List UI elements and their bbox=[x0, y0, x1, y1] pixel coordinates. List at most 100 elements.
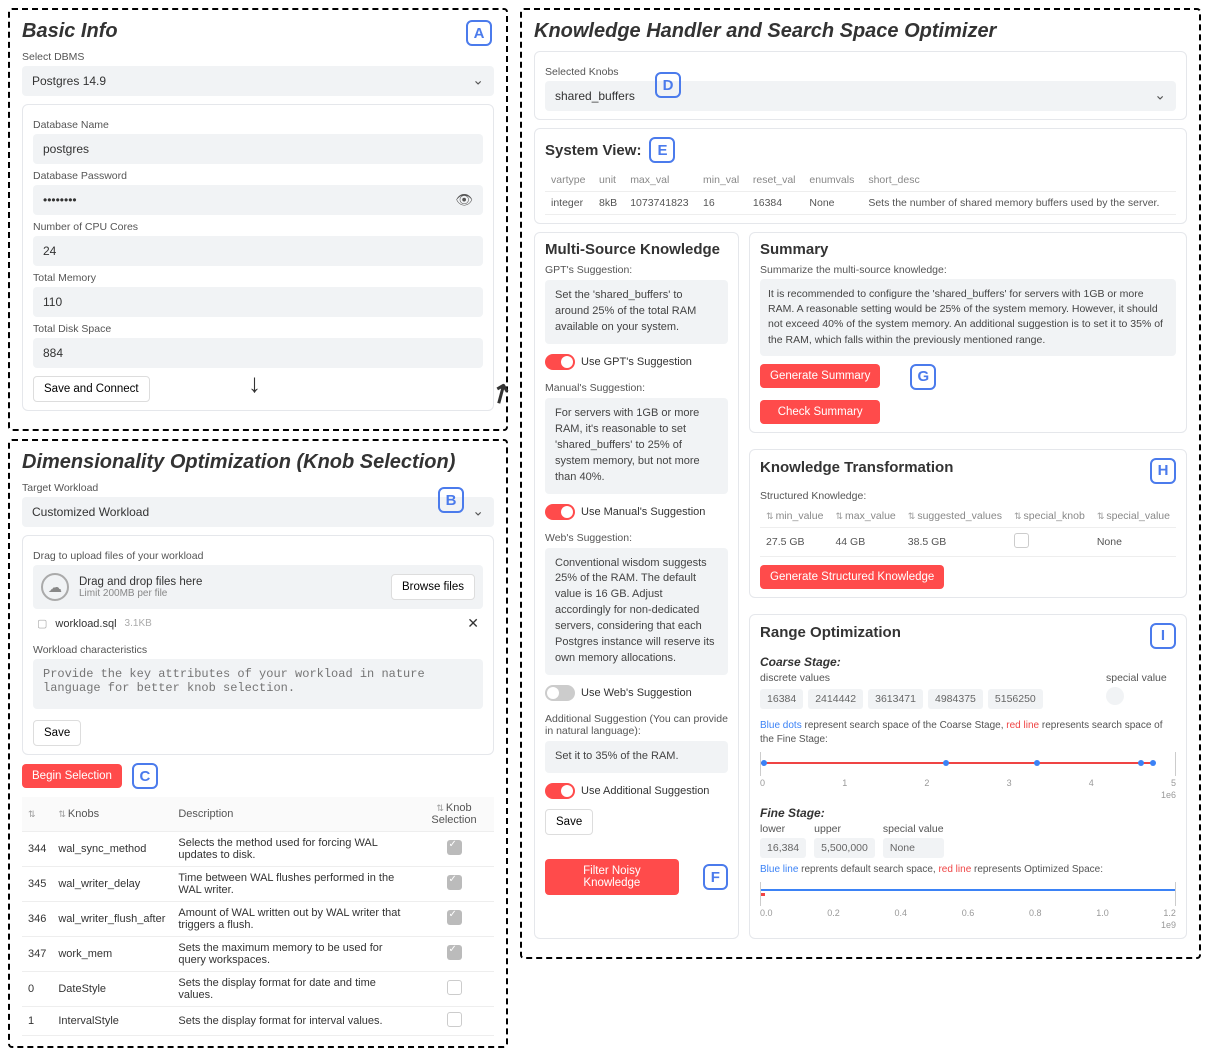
multi-save-button[interactable]: Save bbox=[545, 809, 593, 835]
spval-empty bbox=[1106, 687, 1124, 705]
discrete-chip: 16384 bbox=[760, 689, 803, 709]
dbname-input[interactable] bbox=[33, 134, 483, 164]
table-row: 1IntervalStyleSets the display format fo… bbox=[22, 1007, 494, 1036]
manual-toggle[interactable] bbox=[545, 504, 575, 520]
fine-viz bbox=[760, 882, 1176, 906]
browse-files-button[interactable]: Browse files bbox=[391, 574, 475, 600]
dbms-label: Select DBMS bbox=[22, 51, 494, 63]
annotation-badge-h: H bbox=[1150, 458, 1176, 484]
sort-icon[interactable]: ⇅ bbox=[58, 809, 66, 819]
knob-checkbox[interactable] bbox=[447, 875, 462, 890]
knob-checkbox[interactable] bbox=[447, 945, 462, 960]
ktrans-table: ⇅min_value⇅max_value⇅suggested_values⇅sp… bbox=[760, 505, 1176, 557]
cloud-upload-icon: ☁ bbox=[41, 573, 69, 601]
dim-opt-panel: Dimensionality Optimization (Knob Select… bbox=[8, 439, 508, 1048]
gpt-toggle[interactable] bbox=[545, 354, 575, 370]
selected-knobs-label: Selected Knobs bbox=[545, 66, 1176, 78]
annotation-badge-a: A bbox=[466, 20, 492, 46]
knob-checkbox[interactable] bbox=[447, 840, 462, 855]
disk-input[interactable] bbox=[33, 338, 483, 368]
drop-limit: Limit 200MB per file bbox=[79, 588, 381, 599]
range-card: Range Optimization I Coarse Stage: discr… bbox=[749, 614, 1187, 939]
sort-icon[interactable]: ⇅ bbox=[436, 803, 444, 813]
kh-title: Knowledge Handler and Search Space Optim… bbox=[534, 20, 1187, 43]
remove-file-icon[interactable]: ✕ bbox=[467, 615, 479, 632]
upper-value: 5,500,000 bbox=[814, 838, 875, 858]
selected-knobs-select[interactable]: shared_buffers bbox=[545, 81, 1176, 111]
knob-checkbox[interactable] bbox=[447, 980, 462, 995]
additional-toggle[interactable] bbox=[545, 783, 575, 799]
special-knob-checkbox[interactable] bbox=[1014, 533, 1029, 548]
table-row: 346wal_writer_flush_afterAmount of WAL w… bbox=[22, 902, 494, 937]
gpt-suggestion: Set the 'shared_buffers' to around 25% o… bbox=[545, 280, 728, 344]
knob-checkbox[interactable] bbox=[447, 1012, 462, 1027]
char-label: Workload characteristics bbox=[33, 644, 483, 656]
lower-value: 16,384 bbox=[760, 838, 806, 858]
annotation-badge-b: B bbox=[438, 487, 464, 513]
uploaded-file-row: ▢ workload.sql 3.1KB ✕ bbox=[33, 609, 483, 638]
fine-stage-label: Fine Stage: bbox=[760, 806, 1176, 820]
knowledge-handler-panel: Knowledge Handler and Search Space Optim… bbox=[520, 8, 1201, 959]
filter-noisy-button[interactable]: Filter Noisy Knowledge bbox=[545, 859, 679, 895]
gen-structured-button[interactable]: Generate Structured Knowledge bbox=[760, 565, 944, 589]
table-row: 344wal_sync_methodSelects the method use… bbox=[22, 832, 494, 867]
summary-sub: Summarize the multi-source knowledge: bbox=[760, 264, 1176, 276]
spval-label: special value bbox=[1106, 672, 1176, 684]
file-size: 3.1KB bbox=[125, 618, 152, 629]
table-row: 345wal_writer_delayTime between WAL flus… bbox=[22, 867, 494, 902]
multi-source-title: Multi-Source Knowledge bbox=[545, 241, 728, 258]
dbpass-label: Database Password bbox=[33, 170, 483, 182]
annotation-badge-f: F bbox=[703, 864, 728, 890]
additional-suggestion[interactable]: Set it to 35% of the RAM. bbox=[545, 741, 728, 773]
summary-text: It is recommended to configure the 'shar… bbox=[760, 279, 1176, 356]
dbms-select[interactable]: Postgres 14.9 bbox=[22, 66, 494, 96]
cpu-input[interactable] bbox=[33, 236, 483, 266]
sort-icon[interactable]: ⇅ bbox=[28, 809, 36, 819]
coarse-viz bbox=[760, 752, 1176, 776]
coarse-stage-label: Coarse Stage: bbox=[760, 655, 1176, 669]
mem-input[interactable] bbox=[33, 287, 483, 317]
discrete-chip: 2414442 bbox=[808, 689, 863, 709]
table-row: 347work_memSets the maximum memory to be… bbox=[22, 937, 494, 972]
ktrans-card: Knowledge Transformation H Structured Kn… bbox=[749, 449, 1187, 598]
discrete-chip: 4984375 bbox=[928, 689, 983, 709]
summary-title: Summary bbox=[760, 241, 1176, 258]
table-row: 0DateStyleSets the display format for da… bbox=[22, 972, 494, 1007]
generate-summary-button[interactable]: Generate Summary bbox=[760, 364, 880, 388]
arrow-down-icon: ↓ bbox=[248, 368, 261, 399]
save-connect-button[interactable]: Save and Connect bbox=[33, 376, 150, 402]
annotation-badge-d: D bbox=[655, 72, 681, 98]
check-summary-button[interactable]: Check Summary bbox=[760, 400, 880, 424]
annotation-badge-i: I bbox=[1150, 623, 1176, 649]
ktrans-title: Knowledge Transformation bbox=[760, 459, 1150, 476]
ktrans-sub: Structured Knowledge: bbox=[760, 490, 1176, 502]
annotation-badge-e: E bbox=[649, 137, 675, 163]
additional-label: Additional Suggestion (You can provide i… bbox=[545, 713, 728, 737]
gpt-label: GPT's Suggestion: bbox=[545, 264, 728, 276]
dim-save-button[interactable]: Save bbox=[33, 720, 81, 746]
manual-suggestion: For servers with 1GB or more RAM, it's r… bbox=[545, 398, 728, 494]
multi-source-card: Multi-Source Knowledge GPT's Suggestion:… bbox=[534, 232, 739, 939]
dbpass-input[interactable] bbox=[33, 185, 483, 215]
upload-hint: Drag to upload files of your workload bbox=[33, 550, 483, 562]
web-toggle[interactable] bbox=[545, 685, 575, 701]
dbname-label: Database Name bbox=[33, 119, 483, 131]
knob-checkbox[interactable] bbox=[447, 910, 462, 925]
cpu-label: Number of CPU Cores bbox=[33, 221, 483, 233]
summary-card: Summary Summarize the multi-source knowl… bbox=[749, 232, 1187, 433]
range-title: Range Optimization bbox=[760, 624, 1150, 641]
char-textarea[interactable] bbox=[33, 659, 483, 709]
begin-selection-button[interactable]: Begin Selection bbox=[22, 764, 122, 788]
system-view-title: System View: bbox=[545, 142, 641, 159]
discrete-chip: 3613471 bbox=[868, 689, 923, 709]
eye-icon[interactable]: 👁 bbox=[455, 192, 473, 209]
file-name: workload.sql bbox=[55, 618, 116, 630]
knobs-table: ⇅ ⇅Knobs Description ⇅Knob Selection 344… bbox=[22, 797, 494, 1036]
dim-opt-title: Dimensionality Optimization (Knob Select… bbox=[22, 451, 494, 474]
annotation-badge-g: G bbox=[910, 364, 936, 390]
mem-label: Total Memory bbox=[33, 272, 483, 284]
target-workload-select[interactable]: Customized Workload bbox=[22, 497, 494, 527]
discrete-label: discrete values bbox=[760, 672, 1098, 684]
basic-info-title: Basic Info bbox=[22, 20, 494, 43]
discrete-chip: 5156250 bbox=[988, 689, 1043, 709]
